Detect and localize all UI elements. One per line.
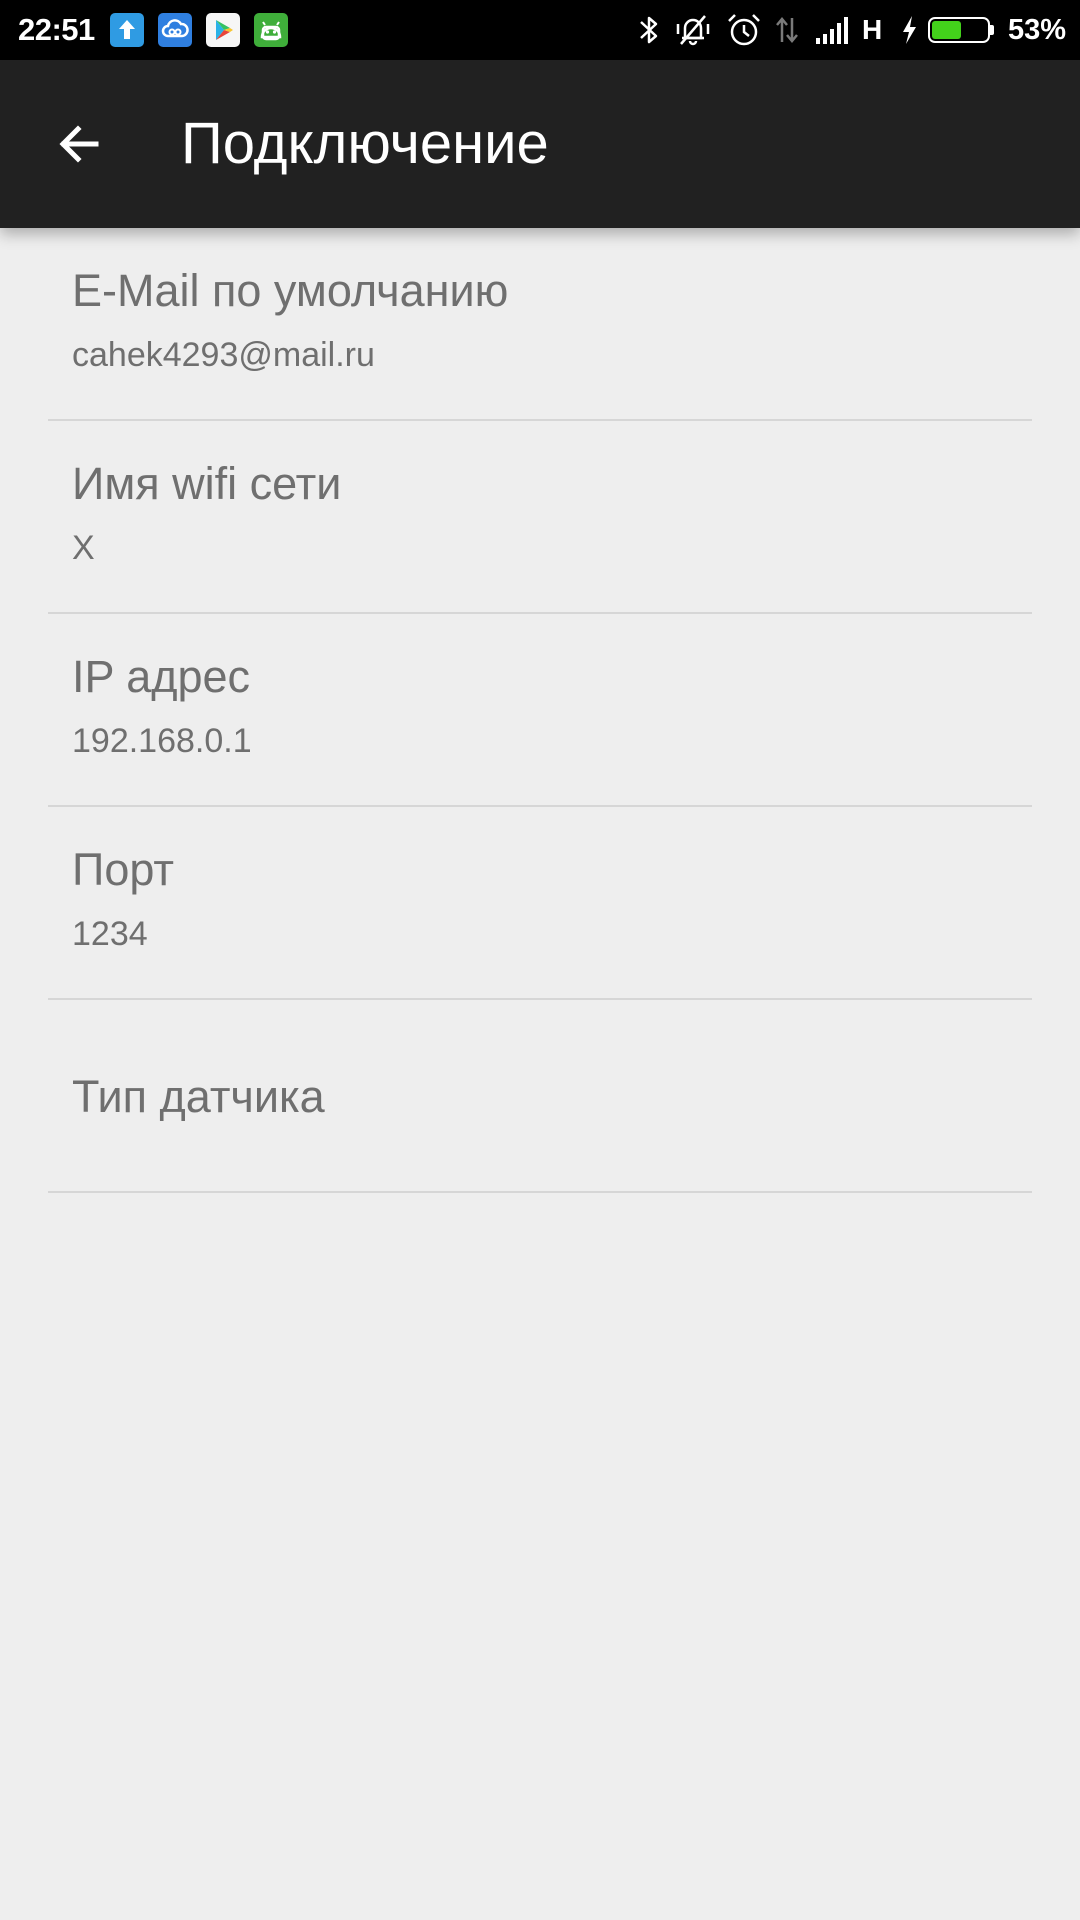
- divider: [48, 1191, 1032, 1193]
- app-bar: Подключение: [0, 60, 1080, 228]
- setting-title: IP адрес: [72, 651, 251, 702]
- play-store-icon: [206, 13, 240, 47]
- setting-sensor-type[interactable]: Тип датчика: [0, 1000, 1080, 1193]
- network-type: H: [862, 14, 883, 45]
- setting-ip-address[interactable]: IP адрес 192.168.0.1: [0, 614, 1080, 807]
- charging-icon: [898, 10, 920, 50]
- setting-default-email[interactable]: E-Mail по умолчанию cahek4293@mail.ru: [0, 228, 1080, 421]
- battery-fill: [932, 21, 961, 39]
- cloud-icon: [158, 13, 192, 47]
- setting-title: E-Mail по умолчанию: [72, 265, 509, 316]
- page-title: Подключение: [181, 111, 549, 176]
- setting-title: Порт: [72, 844, 175, 895]
- signal-icon: [814, 10, 850, 50]
- silent-mode-icon: [673, 10, 713, 50]
- setting-summary: X: [72, 529, 95, 567]
- setting-wifi-name[interactable]: Имя wifi сети X: [0, 421, 1080, 614]
- arrow-back-icon: [59, 125, 99, 163]
- battery-percent: 53%: [1008, 14, 1067, 46]
- setting-summary: cahek4293@mail.ru: [72, 336, 375, 374]
- status-time: 22:51: [18, 12, 95, 47]
- bluetooth-icon: [636, 10, 662, 50]
- data-activity-icon: [773, 10, 801, 50]
- setting-port[interactable]: Порт 1234: [0, 807, 1080, 1000]
- setting-summary: 1234: [72, 915, 148, 953]
- android-icon: [254, 13, 288, 47]
- alarm-icon: [725, 10, 763, 50]
- upload-icon: [110, 13, 144, 47]
- setting-summary: 192.168.0.1: [72, 722, 252, 760]
- setting-title: Имя wifi сети: [72, 458, 342, 509]
- setting-title: Тип датчика: [72, 1071, 325, 1122]
- settings-list: E-Mail по умолчанию cahek4293@mail.ru Им…: [0, 228, 1080, 1193]
- status-bar: 22:51 H 53%: [0, 0, 1080, 60]
- back-button[interactable]: [40, 104, 120, 184]
- battery-icon: [928, 17, 994, 43]
